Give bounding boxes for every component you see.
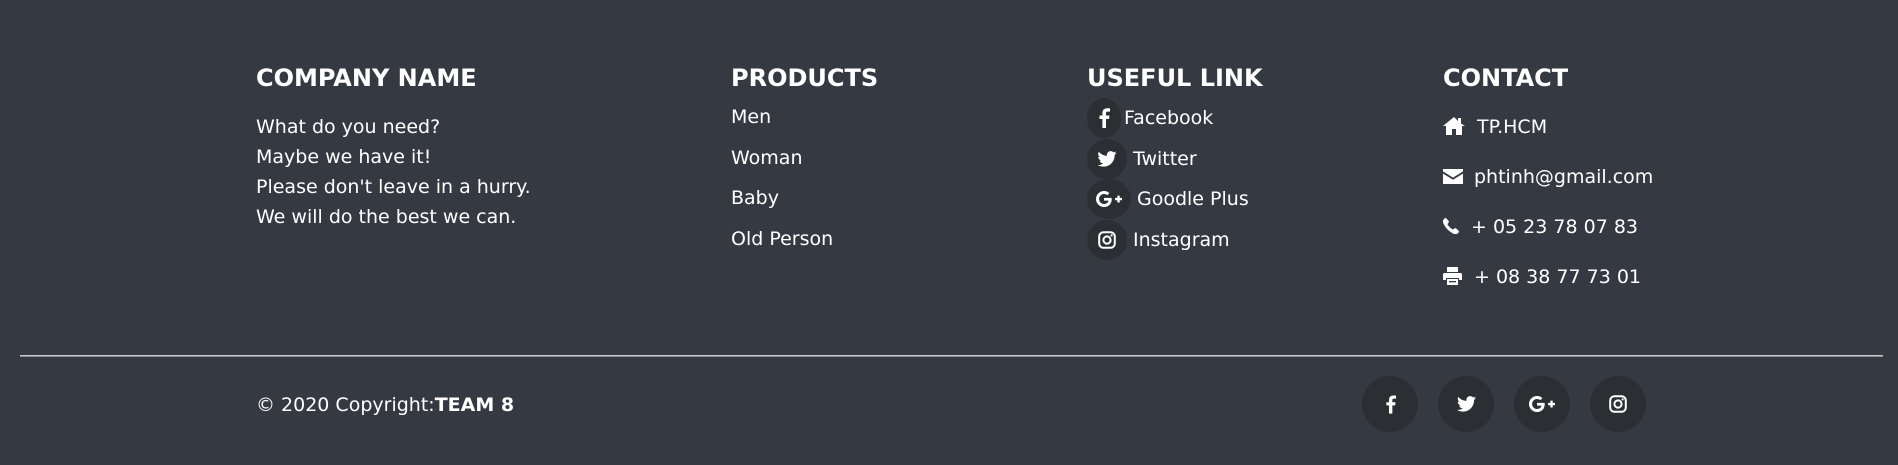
about-line: Maybe we have it! — [256, 146, 432, 168]
useful-link-label[interactable]: Facebook — [1124, 106, 1213, 130]
contact-phone-label: + 05 23 78 07 83 — [1471, 216, 1639, 238]
copyright-text: © 2020 Copyright:TEAM 8 — [256, 393, 514, 417]
contact-email: phtinh@gmail.com — [1443, 165, 1653, 215]
contact-column: CONTACT TP.HCM phtinh@gmail.com + 05 23 … — [1443, 62, 1653, 315]
useful-link-list: Facebook Twitter Goodle Plus Instagram — [1087, 98, 1263, 269]
instagram-icon — [1609, 395, 1627, 413]
print-icon — [1443, 265, 1465, 287]
useful-link-column: USEFUL LINK Facebook Twitter Goodle Plus… — [1087, 62, 1263, 268]
product-link-label[interactable]: Men — [731, 106, 771, 128]
google-plus-icon — [1087, 179, 1131, 219]
product-link-men[interactable]: Men — [731, 105, 878, 146]
home-icon — [1443, 115, 1465, 137]
contact-phone: + 05 23 78 07 83 — [1443, 215, 1653, 265]
useful-link-instagram[interactable]: Instagram — [1087, 219, 1263, 269]
envelope-icon — [1443, 165, 1465, 187]
facebook-icon — [1087, 98, 1121, 138]
google-plus-icon — [1529, 396, 1555, 412]
product-link-label[interactable]: Old Person — [731, 228, 833, 250]
product-link-label[interactable]: Baby — [731, 187, 779, 209]
products-list: Men Woman Baby Old Person — [731, 105, 878, 267]
about-line: We will do the best we can. — [256, 206, 517, 228]
social-buttons — [1362, 376, 1646, 432]
contact-fax: + 08 38 77 73 01 — [1443, 265, 1653, 315]
phone-icon — [1443, 215, 1465, 237]
social-google-plus-button[interactable] — [1514, 376, 1570, 432]
copyright-team: TEAM 8 — [434, 394, 515, 416]
copyright-prefix: © 2020 Copyright: — [256, 394, 435, 416]
product-link-label[interactable]: Woman — [731, 147, 803, 169]
twitter-icon — [1456, 396, 1476, 412]
product-link-woman[interactable]: Woman — [731, 146, 878, 187]
twitter-icon — [1087, 138, 1127, 179]
about-line: Please don't leave in a hurry. — [256, 176, 531, 198]
useful-link-label[interactable]: Twitter — [1133, 147, 1197, 171]
social-instagram-button[interactable] — [1590, 376, 1646, 432]
footer-divider — [20, 355, 1883, 357]
contact-fax-label: + 08 38 77 73 01 — [1474, 266, 1642, 288]
contact-heading: CONTACT — [1443, 64, 1569, 92]
products-column: PRODUCTS Men Woman Baby Old Person — [731, 62, 878, 267]
useful-link-label[interactable]: Goodle Plus — [1137, 187, 1249, 211]
facebook-icon — [1385, 395, 1396, 414]
company-column: COMPANY NAME What do you need? Maybe we … — [256, 62, 531, 232]
useful-link-heading: USEFUL LINK — [1087, 64, 1263, 92]
product-link-old-person[interactable]: Old Person — [731, 227, 878, 268]
company-heading: COMPANY NAME — [256, 64, 477, 92]
products-heading: PRODUCTS — [731, 64, 879, 92]
instagram-icon — [1087, 219, 1127, 260]
contact-address-label: TP.HCM — [1477, 116, 1548, 138]
social-facebook-button[interactable] — [1362, 376, 1418, 432]
company-about: What do you need? Maybe we have it! Plea… — [256, 112, 531, 232]
product-link-baby[interactable]: Baby — [731, 186, 878, 227]
social-twitter-button[interactable] — [1438, 376, 1494, 432]
about-line: What do you need? — [256, 116, 441, 138]
contact-address: TP.HCM — [1443, 115, 1653, 165]
contact-list: TP.HCM phtinh@gmail.com + 05 23 78 07 83… — [1443, 115, 1653, 315]
contact-email-label[interactable]: phtinh@gmail.com — [1474, 165, 1653, 189]
useful-link-label[interactable]: Instagram — [1133, 228, 1230, 252]
